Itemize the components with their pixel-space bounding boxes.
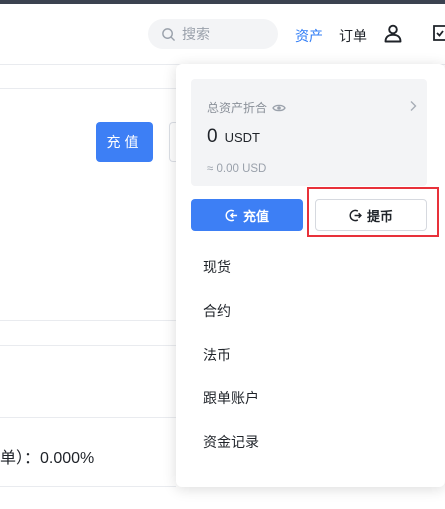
balance-value: 0 [207, 126, 218, 147]
menu-item-fiat[interactable]: 法币 [203, 345, 231, 365]
deposit-icon [225, 209, 238, 221]
search-icon [162, 27, 175, 41]
rate-label: 单）： [0, 450, 41, 467]
nav-assets-link[interactable]: 资产 [295, 26, 323, 46]
rate-value: 0.000% [40, 450, 95, 467]
total-assets-label: 总资产折合 [207, 99, 286, 116]
total-assets-card[interactable]: 总资产折合 0 USDT ≈ 0.00 USD [191, 79, 427, 186]
search-box[interactable] [148, 19, 278, 49]
page-deposit-button[interactable]: 充值 [96, 122, 153, 162]
chevron-right-icon[interactable] [409, 100, 417, 112]
balance-unit: USDT [224, 130, 260, 145]
deposit-label: 充值 [242, 208, 269, 224]
divider [0, 486, 176, 487]
search-input[interactable] [182, 26, 272, 42]
balance: 0 USDT [207, 126, 260, 148]
wallet-icon[interactable] [432, 24, 445, 42]
divider [0, 320, 176, 321]
rate-row: 单）：0.000% [0, 444, 94, 468]
navbar: 资产 订单 [0, 4, 445, 64]
deposit-button[interactable]: 充值 [191, 199, 303, 231]
highlight-box [307, 187, 439, 237]
menu-item-spot[interactable]: 现货 [203, 257, 231, 277]
menu-item-fund-records[interactable]: 资金记录 [203, 432, 259, 452]
assets-dropdown: 总资产折合 0 USDT ≈ 0.00 USD 充值 提币 现货 合约 法币 跟… [176, 64, 445, 487]
user-icon[interactable] [383, 23, 403, 43]
divider [0, 88, 176, 89]
menu-item-futures[interactable]: 合约 [203, 301, 231, 321]
total-assets-text: 总资产折合 [207, 101, 268, 115]
menu-item-copy-trading[interactable]: 跟单账户 [203, 388, 259, 408]
divider [0, 345, 176, 346]
nav-orders-link[interactable]: 订单 [339, 26, 367, 46]
eye-icon[interactable] [272, 103, 286, 113]
divider [0, 417, 176, 418]
usd-equivalent: ≈ 0.00 USD [207, 163, 267, 175]
